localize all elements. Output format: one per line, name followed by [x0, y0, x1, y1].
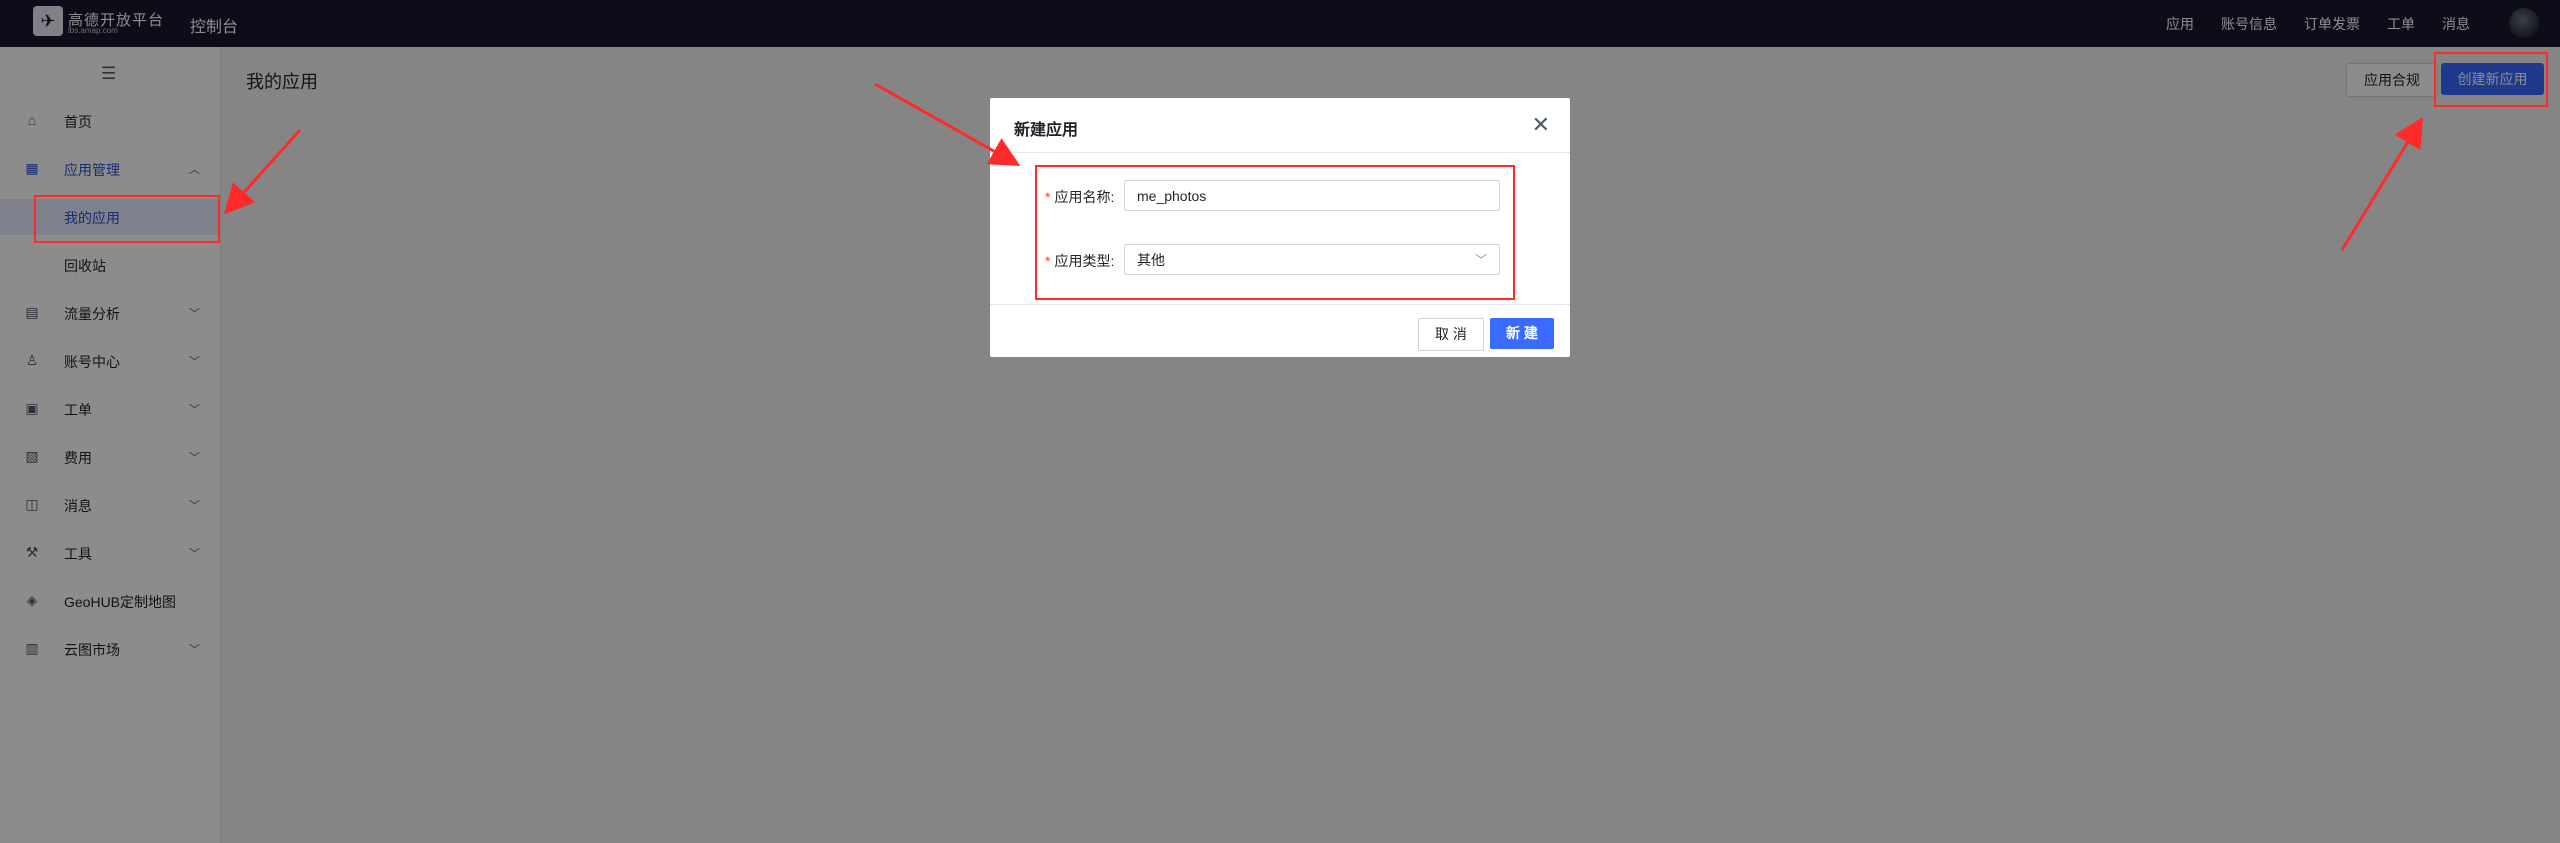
arrow-to-my-apps	[223, 128, 302, 215]
arrow-to-create-button	[2340, 116, 2424, 251]
annotation-arrows	[223, 82, 2424, 251]
arrow-to-form	[874, 82, 1021, 166]
